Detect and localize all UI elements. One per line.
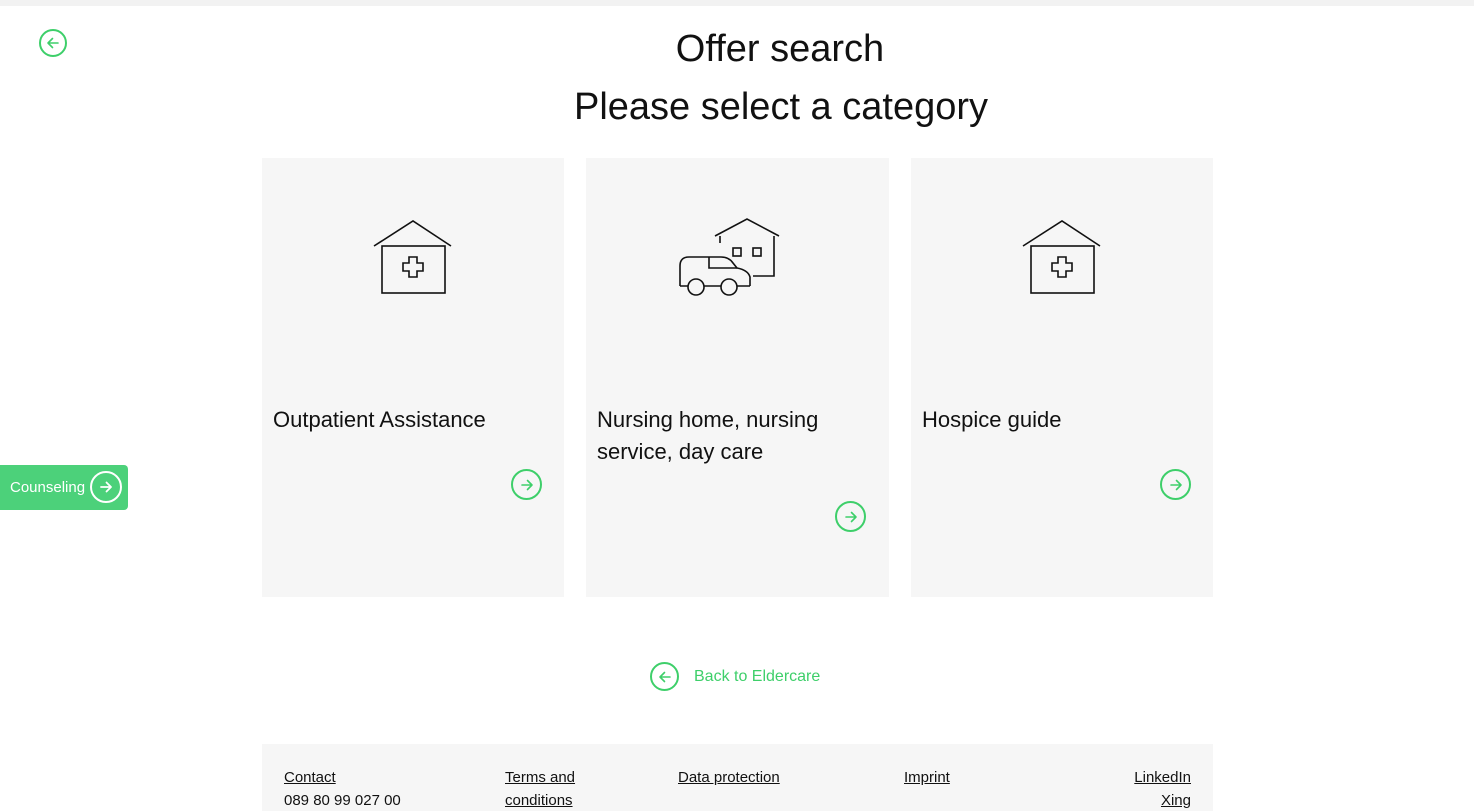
arrow-right-icon: [520, 479, 533, 490]
arrow-right-icon: [90, 471, 122, 503]
footer: Contact 089 80 99 027 00 Terms and condi…: [262, 744, 1213, 811]
card-label: Hospice guide: [922, 407, 1062, 432]
footer-phone: 089 80 99 027 00: [284, 792, 401, 809]
arrow-right-icon: [844, 511, 857, 522]
footer-xing-link[interactable]: Xing: [1161, 789, 1191, 811]
footer-terms-link[interactable]: Terms and conditions: [505, 766, 595, 811]
counseling-button[interactable]: Counseling: [0, 465, 128, 510]
card-arrow-button[interactable]: [1160, 469, 1191, 500]
footer-contact-link[interactable]: Contact: [284, 766, 336, 789]
category-card-outpatient[interactable]: Outpatient Assistance: [262, 158, 564, 597]
back-link-label: Back to Eldercare: [694, 667, 821, 685]
footer-data-protection-link[interactable]: Data protection: [678, 766, 780, 789]
card-arrow-button[interactable]: [511, 469, 542, 500]
page-title: Offer search: [675, 28, 885, 70]
arrow-right-icon: [1169, 479, 1182, 490]
category-card-hospice[interactable]: Hospice guide: [911, 158, 1213, 597]
arrow-left-icon: [650, 662, 679, 691]
page-subtitle: Please select a category: [573, 86, 988, 128]
card-arrow-button[interactable]: [835, 501, 866, 532]
card-label: Nursing home, nursing service, day care: [597, 407, 819, 464]
category-card-nursing-home[interactable]: Nursing home, nursing service, day care: [586, 158, 889, 597]
top-strip: [0, 0, 1474, 6]
footer-linkedin-link[interactable]: LinkedIn: [1134, 766, 1191, 789]
footer-imprint-link[interactable]: Imprint: [904, 766, 950, 789]
back-to-eldercare-link[interactable]: Back to Eldercare: [650, 662, 820, 691]
counseling-label: Counseling: [10, 479, 86, 496]
clinic-house-icon: [262, 213, 564, 303]
card-label: Outpatient Assistance: [273, 407, 486, 432]
car-and-house-icon: [586, 213, 888, 303]
clinic-house-icon: [911, 213, 1213, 303]
